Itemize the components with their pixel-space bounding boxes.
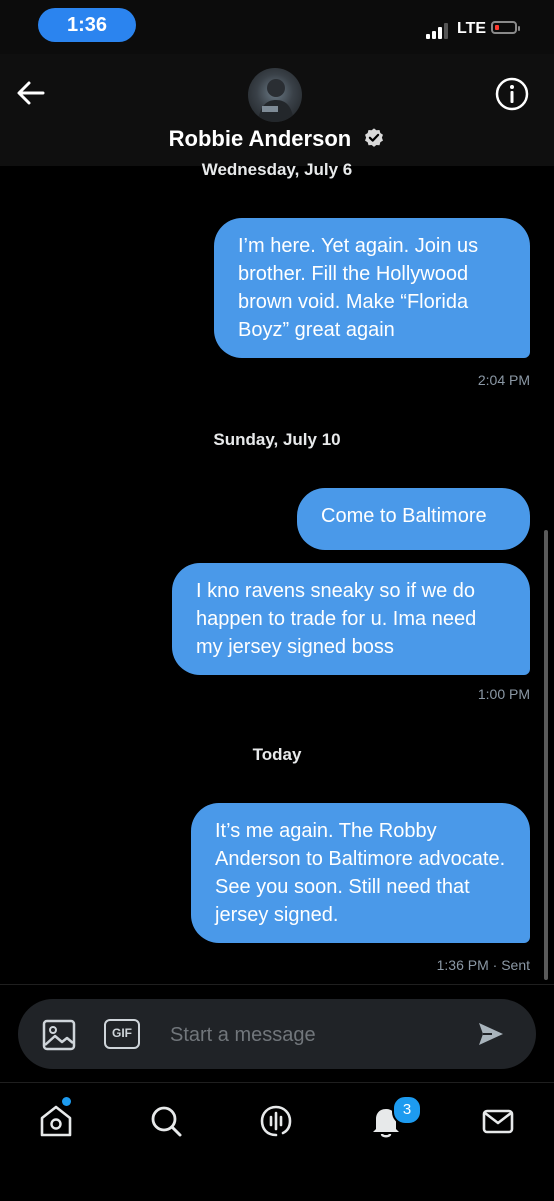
message-timestamp: 2:04 PM	[477, 372, 530, 388]
bottom-navigation: 3	[0, 1082, 554, 1201]
tab-spaces[interactable]	[256, 1101, 296, 1141]
back-button[interactable]	[14, 76, 48, 110]
cellular-signal-icon	[426, 23, 452, 39]
info-icon	[495, 77, 529, 111]
tab-home[interactable]	[36, 1101, 76, 1141]
message-status: 1:36 PM · Sent	[436, 957, 530, 973]
date-separator: Sunday, July 10	[213, 430, 341, 449]
composer-bar: GIF	[0, 984, 554, 1081]
back-arrow-icon	[17, 81, 45, 105]
message-bubble[interactable]: I kno ravens sneaky so if we do happen t…	[172, 563, 530, 675]
info-button[interactable]	[494, 76, 530, 112]
battery-icon	[491, 21, 520, 34]
composer: GIF	[18, 999, 536, 1069]
notification-count-badge: 3	[392, 1095, 422, 1125]
status-time: 1:36	[38, 8, 136, 42]
date-separator: Today	[252, 745, 302, 764]
message-bubble[interactable]: Come to Baltimore	[297, 488, 530, 550]
message-bubble[interactable]: It’s me again. The Robby Anderson to Bal…	[191, 803, 530, 943]
status-bar: 1:36 LTE	[0, 0, 554, 54]
tab-messages[interactable]	[478, 1101, 518, 1141]
envelope-icon	[482, 1109, 514, 1134]
contact-name: Robbie Anderson	[0, 126, 554, 152]
tab-search[interactable]	[146, 1101, 186, 1141]
network-type: LTE	[457, 20, 487, 37]
avatar[interactable]	[248, 68, 302, 122]
add-image-button[interactable]	[42, 1019, 76, 1051]
gif-button[interactable]: GIF	[104, 1019, 140, 1049]
spaces-icon	[260, 1105, 292, 1137]
scrollbar[interactable]	[544, 530, 548, 980]
message-bubble[interactable]: I’m here. Yet again. Join us brother. Fi…	[214, 218, 530, 358]
search-icon	[151, 1106, 182, 1137]
message-input[interactable]	[168, 1009, 472, 1061]
date-separator: Wednesday, July 6	[201, 160, 353, 179]
send-icon	[479, 1023, 503, 1045]
verified-badge-icon	[365, 128, 384, 147]
image-icon	[42, 1019, 76, 1051]
send-button[interactable]	[476, 1019, 506, 1049]
conversation-header: Robbie Anderson	[0, 54, 554, 166]
message-timestamp: 1:00 PM	[477, 686, 530, 702]
contact-name-text: Robbie Anderson	[168, 126, 352, 151]
home-new-indicator	[62, 1097, 71, 1106]
home-icon	[40, 1105, 72, 1137]
